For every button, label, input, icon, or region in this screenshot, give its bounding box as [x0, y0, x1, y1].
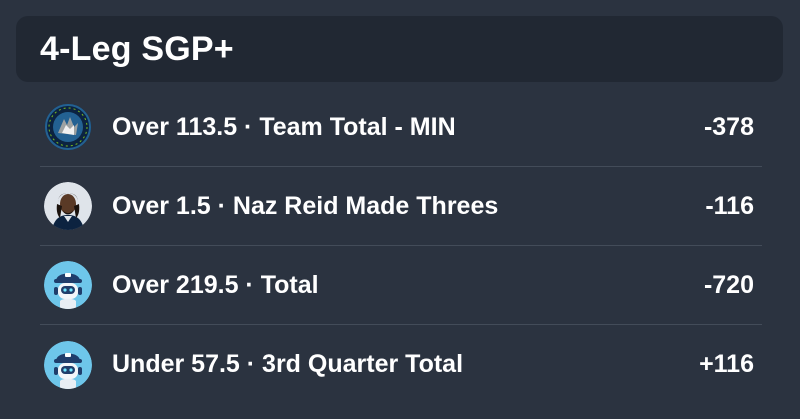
- robot-mascot-icon: [44, 261, 92, 309]
- card-header: 4-Leg SGP+: [16, 16, 783, 82]
- leg-odds: -378: [703, 112, 754, 141]
- timberwolves-logo-icon: [44, 103, 92, 151]
- leg-odds: +116: [699, 350, 754, 378]
- leg-row[interactable]: Over 113.5 · Team Total - MIN -378: [40, 88, 762, 167]
- leg-row[interactable]: Over 1.5 · Naz Reid Made Threes -116: [40, 167, 762, 246]
- sgp-card: 4-Leg SGP+ Over 113.5 · Team Total - MIN…: [0, 0, 800, 419]
- leg-description: Over 219.5 · Total: [112, 270, 319, 299]
- leg-row[interactable]: Over 219.5 · Total -720: [40, 246, 762, 325]
- player-headshot-icon: [44, 182, 92, 230]
- leg-row[interactable]: Under 57.5 · 3rd Quarter Total +116: [40, 325, 762, 404]
- legs-list: Over 113.5 · Team Total - MIN -378 Over …: [40, 88, 762, 404]
- leg-odds: -720: [703, 270, 754, 299]
- leg-description: Over 113.5 · Team Total - MIN: [112, 112, 456, 141]
- leg-description: Over 1.5 · Naz Reid Made Threes: [112, 191, 499, 220]
- card-title: 4-Leg SGP+: [40, 29, 234, 68]
- leg-description: Under 57.5 · 3rd Quarter Total: [112, 350, 464, 378]
- leg-odds: -116: [705, 191, 754, 220]
- robot-mascot-icon: [44, 340, 92, 389]
